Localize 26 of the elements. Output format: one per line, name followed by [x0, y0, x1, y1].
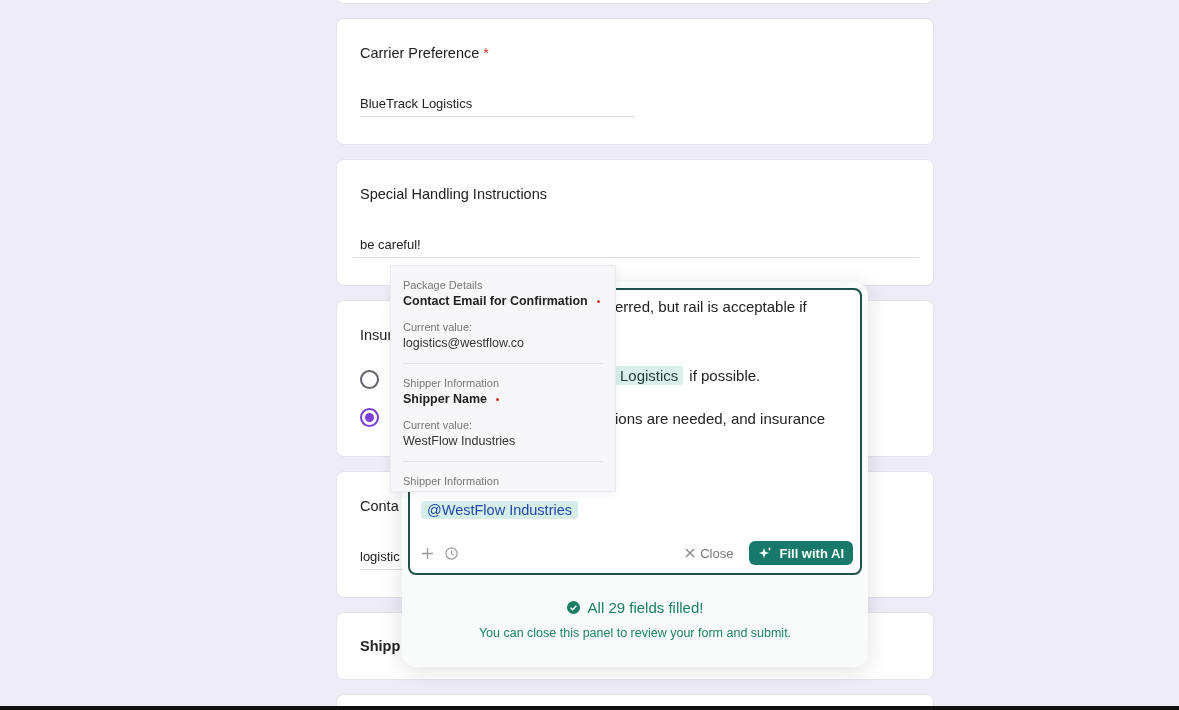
field-value[interactable]: BlueTrack Logistics [360, 96, 473, 111]
field-label: Special Handling Instructions [360, 186, 547, 202]
close-icon [685, 548, 696, 558]
group-label: Shipper Information [403, 475, 499, 487]
radio-button[interactable] [360, 370, 379, 389]
mention-chip[interactable]: @WestFlow Industries [421, 501, 578, 519]
section-heading: Shipp [360, 638, 401, 654]
prompt-text: if possible. [689, 367, 761, 384]
radio-button[interactable] [360, 408, 379, 427]
check-circle-icon [566, 601, 580, 614]
field-label: Carrier Preference [360, 45, 480, 61]
close-button[interactable]: Close [685, 545, 734, 561]
field-value[interactable]: be careful! [360, 237, 421, 252]
clock-icon[interactable] [445, 546, 458, 560]
status-message: You can close this panel to review your form and submit. [478, 626, 792, 640]
fill-with-ai-button[interactable]: Fill with AI [749, 541, 853, 565]
field-label: Conta [360, 498, 399, 514]
required-mark: * [483, 45, 489, 61]
field-value[interactable]: logistic [360, 549, 400, 564]
group-label: Package Details [403, 279, 483, 291]
plus-icon[interactable] [422, 547, 433, 559]
prompt-text: ions are needed, and insurance [615, 410, 826, 427]
field-label: Insur [360, 327, 393, 343]
mention-chip[interactable]: Logistics [615, 366, 684, 385]
status-title: All 29 fields filled! [587, 599, 704, 616]
prompt-text: erred, but rail is acceptable if [615, 298, 807, 315]
